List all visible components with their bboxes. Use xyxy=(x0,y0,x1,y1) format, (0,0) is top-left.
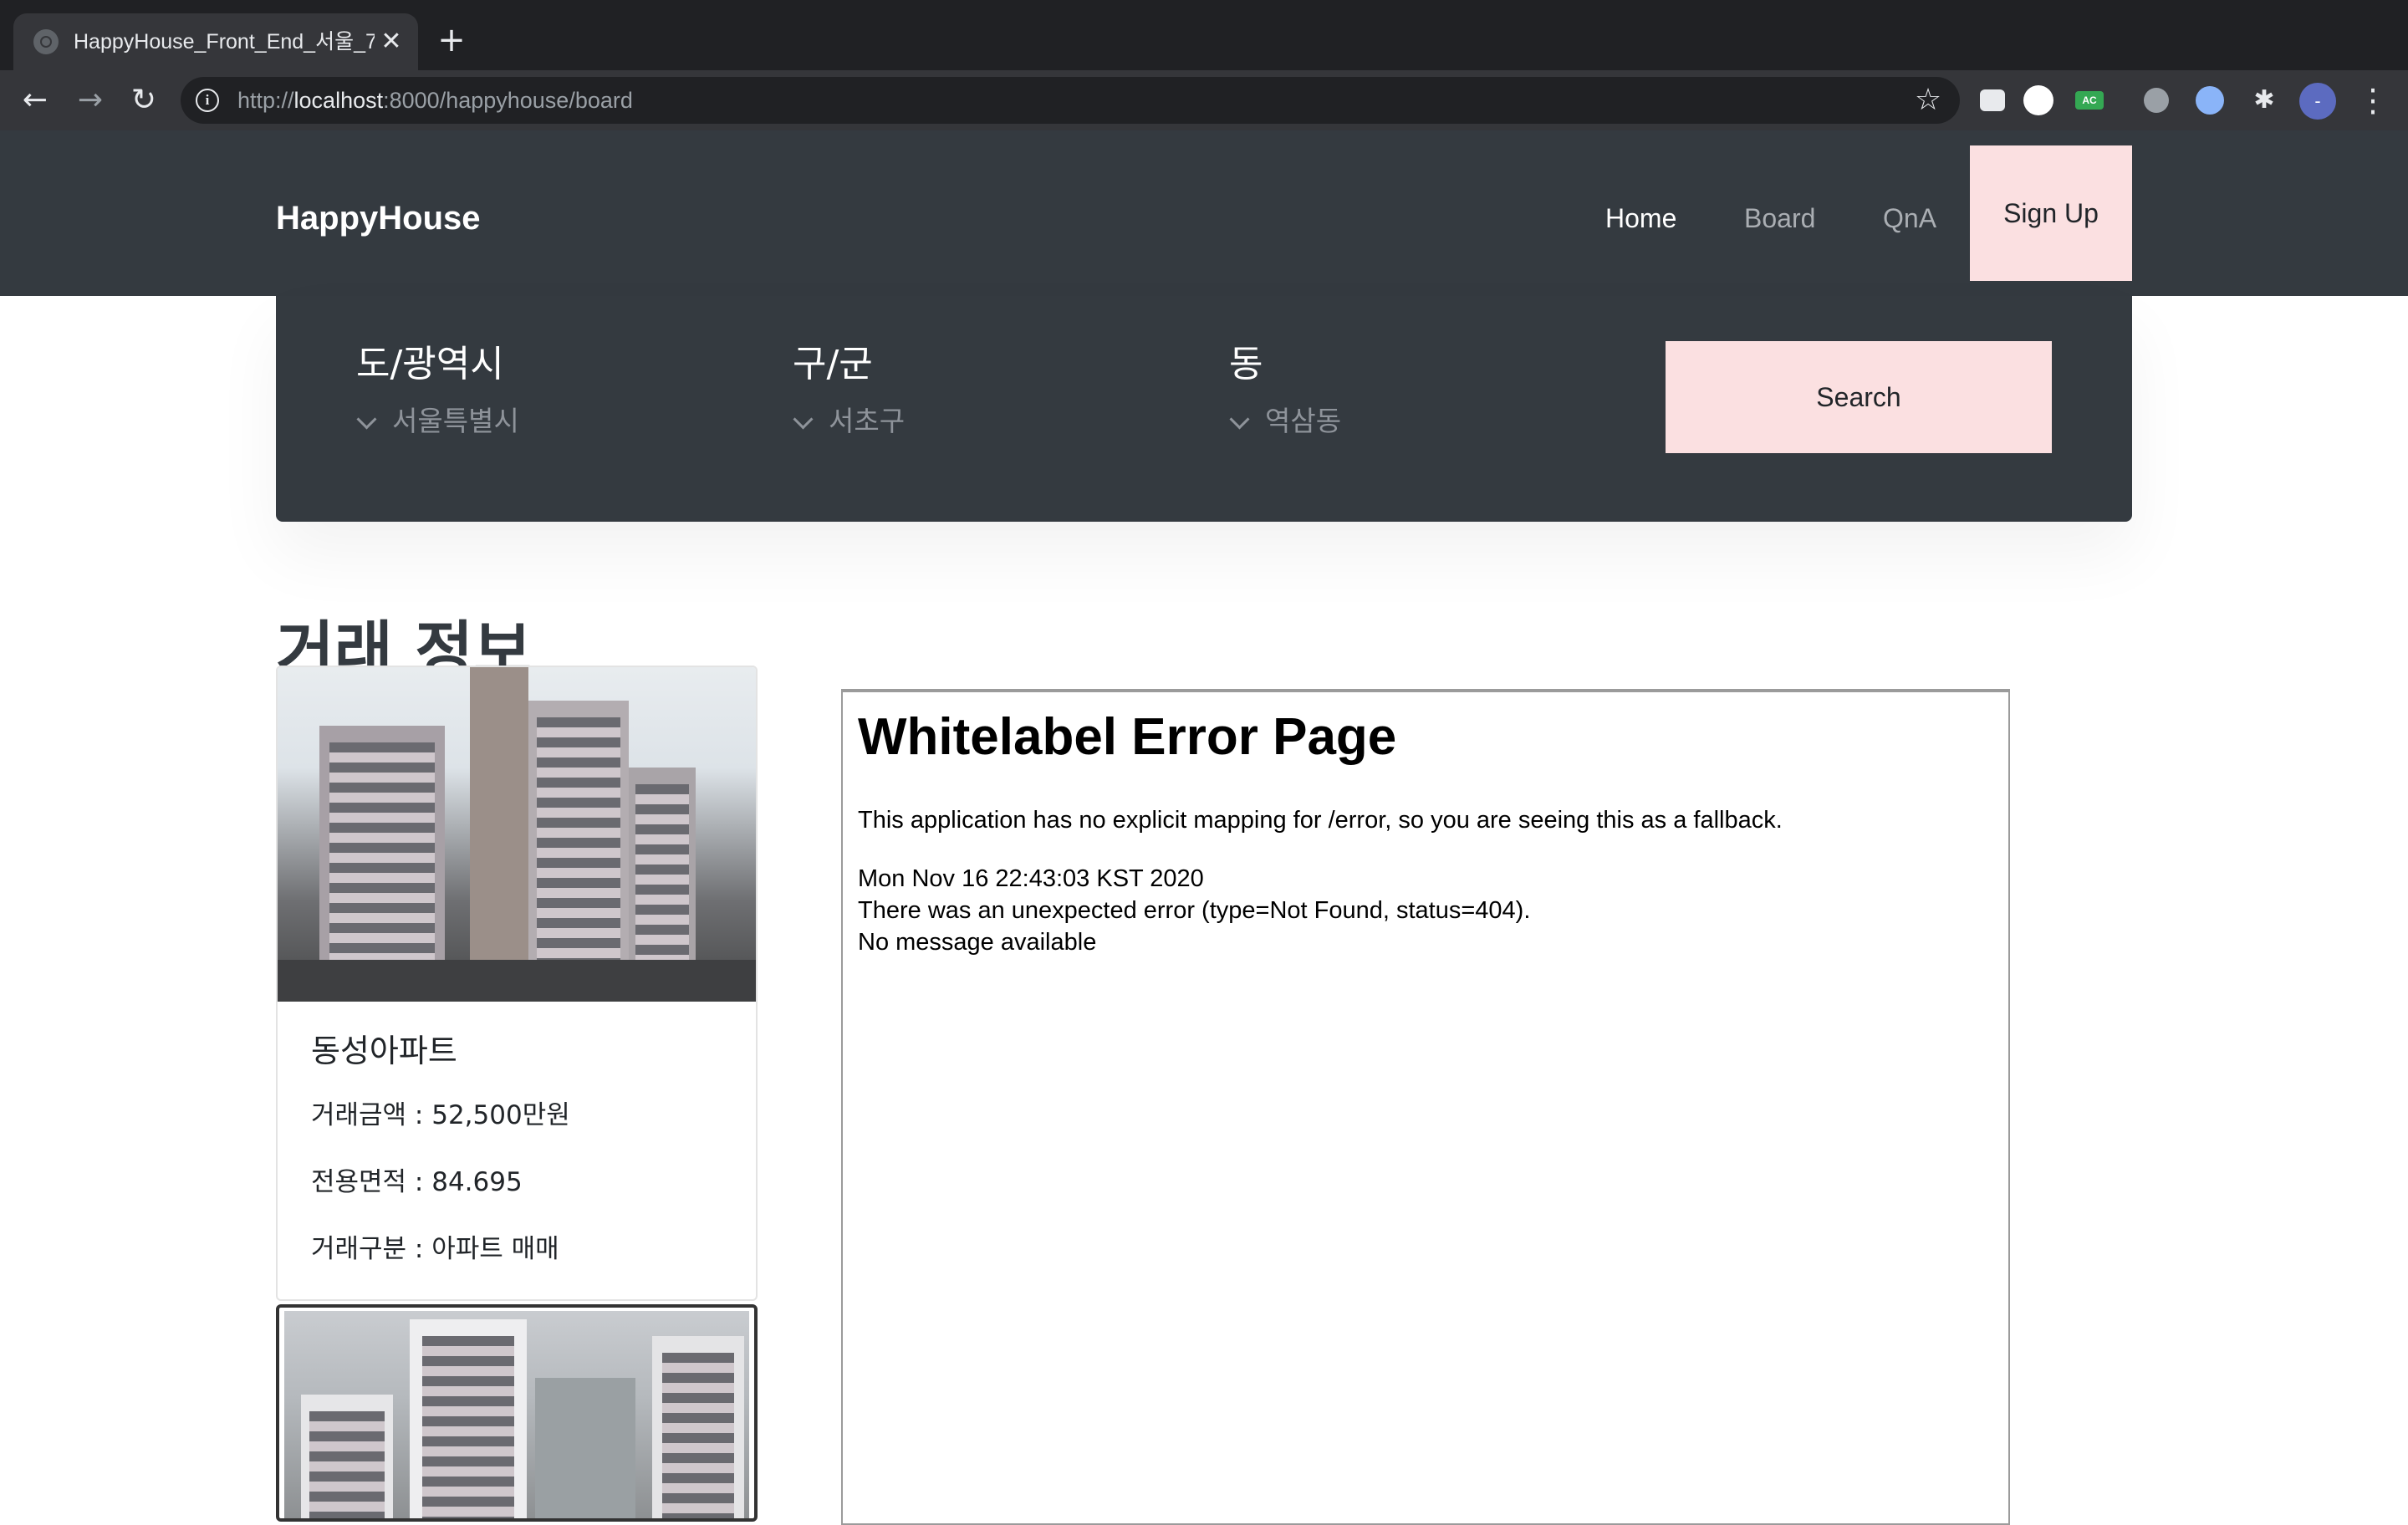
brand-logo[interactable]: HappyHouse xyxy=(276,197,481,239)
info-icon[interactable]: i xyxy=(196,89,219,112)
dong-value: 역삼동 xyxy=(1265,405,1342,437)
search-button[interactable]: Search xyxy=(1666,341,2052,453)
gugun-select-group: 구/군 서초구 xyxy=(793,339,905,440)
extension-shield-icon[interactable] xyxy=(2144,88,2169,113)
deal-type: 거래구분 : 아파트 매매 xyxy=(311,1234,559,1264)
browser-toolbar: ← → ↻ i http://localhost:8000/happyhouse… xyxy=(0,70,2408,130)
url-host: localhost xyxy=(293,88,384,113)
error-timestamp: Mon Nov 16 22:43:03 KST 2020 xyxy=(858,865,1204,892)
close-tab-icon[interactable]: ✕ xyxy=(375,25,408,59)
url-path: :8000/happyhouse/board xyxy=(383,88,633,113)
apartment-name: 동성아파트 xyxy=(311,1033,457,1069)
browser-menu-icon[interactable]: ⋮ xyxy=(2356,82,2390,119)
forward-arrow-icon[interactable]: → xyxy=(69,79,112,122)
error-title: Whitelabel Error Page xyxy=(858,708,1397,766)
error-detail: There was an unexpected error (type=Not … xyxy=(858,897,1531,924)
gugun-select[interactable]: 서초구 xyxy=(793,403,905,440)
extension-card-icon[interactable] xyxy=(1980,89,2005,111)
sign-up-button[interactable]: Sign Up xyxy=(1970,145,2132,281)
sido-select[interactable]: 서울특별시 xyxy=(356,403,519,440)
extension-ring-icon[interactable] xyxy=(2196,86,2224,115)
dong-select-group: 동 역삼동 xyxy=(1229,339,1341,440)
deal-price: 거래금액 : 52,500만원 xyxy=(311,1100,570,1130)
nav-qna[interactable]: QnA xyxy=(1883,197,1936,239)
search-panel: 도/광역시 서울특별시 구/군 서초구 동 역삼동 Search xyxy=(276,296,2132,522)
back-arrow-icon[interactable]: ← xyxy=(13,79,57,122)
chevron-down-icon xyxy=(1229,409,1250,430)
error-iframe: Whitelabel Error Page This application h… xyxy=(841,689,2010,1525)
browser-tab-strip: HappyHouse_Front_End_서울_7 ✕ + xyxy=(0,0,2408,70)
browser-tab[interactable]: HappyHouse_Front_End_서울_7 ✕ xyxy=(13,13,418,70)
deal-area: 전용면적 : 84.695 xyxy=(311,1167,523,1197)
reload-icon[interactable]: ↻ xyxy=(122,79,166,122)
apartment-photo xyxy=(278,667,756,1002)
url-scheme: http:// xyxy=(237,88,294,113)
bookmark-star-icon[interactable]: ☆ xyxy=(1910,82,1946,119)
address-bar[interactable]: i http://localhost:8000/happyhouse/board… xyxy=(181,77,1960,124)
url-text[interactable]: http://localhost:8000/happyhouse/board xyxy=(237,87,633,114)
sido-select-group: 도/광역시 서울특별시 xyxy=(356,339,519,440)
chevron-down-icon xyxy=(793,409,814,430)
error-note: No message available xyxy=(858,929,1097,956)
nav-board[interactable]: Board xyxy=(1744,197,1815,239)
extension-ac-icon[interactable]: AC xyxy=(2075,91,2104,110)
nav-home[interactable]: Home xyxy=(1605,197,1676,239)
globe-icon xyxy=(33,29,59,54)
sido-label: 도/광역시 xyxy=(356,343,504,385)
gugun-value: 서초구 xyxy=(829,405,906,437)
extensions-puzzle-icon[interactable]: ✱ xyxy=(2246,82,2283,119)
error-message: This application has no explicit mapping… xyxy=(858,807,1783,834)
deal-card[interactable]: 동성아파트 거래금액 : 52,500만원 전용면적 : 84.695 거래구분… xyxy=(276,666,758,1301)
sido-value: 서울특별시 xyxy=(392,405,519,437)
profile-avatar[interactable]: - xyxy=(2299,83,2336,120)
extension-circle-icon[interactable] xyxy=(2023,85,2053,115)
new-tab-button[interactable]: + xyxy=(431,22,472,62)
gugun-label: 구/군 xyxy=(793,343,873,385)
tab-title: HappyHouse_Front_End_서울_7 xyxy=(74,30,375,54)
apartment-photo xyxy=(284,1311,749,1518)
site-header: HappyHouse Home Board QnA Sign Up xyxy=(0,130,2408,296)
dong-select[interactable]: 역삼동 xyxy=(1229,403,1341,440)
chevron-down-icon xyxy=(356,409,377,430)
deal-card[interactable] xyxy=(276,1304,758,1522)
dong-label: 동 xyxy=(1229,343,1263,385)
